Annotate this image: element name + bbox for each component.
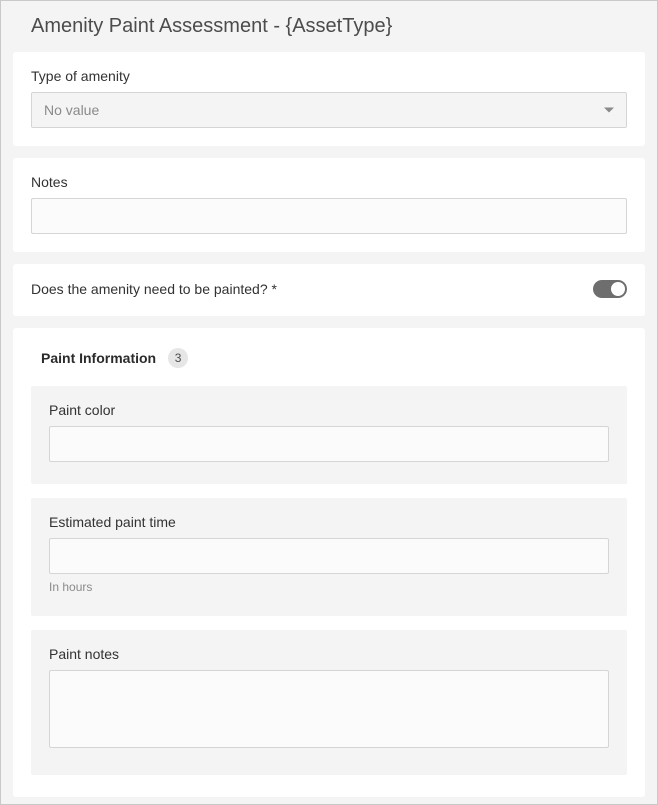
group-header: Paint Information 3 bbox=[31, 348, 627, 368]
notes-input[interactable] bbox=[31, 198, 627, 234]
group-title: Paint Information bbox=[41, 350, 156, 366]
needs-paint-card: Does the amenity need to be painted? * bbox=[13, 264, 645, 316]
estimated-time-hint: In hours bbox=[49, 580, 609, 594]
paint-color-input[interactable] bbox=[49, 426, 609, 462]
toggle-knob bbox=[611, 282, 625, 296]
paint-color-field: Paint color bbox=[31, 386, 627, 484]
paint-notes-label: Paint notes bbox=[49, 646, 609, 662]
estimated-time-input[interactable] bbox=[49, 538, 609, 574]
paint-color-label: Paint color bbox=[49, 402, 609, 418]
notes-label: Notes bbox=[31, 174, 627, 190]
amenity-type-select-wrap: No value bbox=[31, 92, 627, 128]
page-title: Amenity Paint Assessment - {AssetType} bbox=[31, 15, 645, 38]
needs-paint-row: Does the amenity need to be painted? * bbox=[31, 280, 627, 298]
amenity-type-label: Type of amenity bbox=[31, 68, 627, 84]
estimated-time-field: Estimated paint time In hours bbox=[31, 498, 627, 616]
paint-notes-field: Paint notes bbox=[31, 630, 627, 775]
group-count-badge: 3 bbox=[168, 348, 188, 368]
form-page: Amenity Paint Assessment - {AssetType} T… bbox=[1, 1, 657, 797]
paint-info-group: Paint Information 3 Paint color Estimate… bbox=[13, 328, 645, 797]
amenity-type-value: No value bbox=[44, 102, 99, 118]
needs-paint-label: Does the amenity need to be painted? * bbox=[31, 281, 277, 297]
amenity-type-select[interactable]: No value bbox=[31, 92, 627, 128]
amenity-type-card: Type of amenity No value bbox=[13, 52, 645, 146]
paint-notes-input[interactable] bbox=[49, 670, 609, 748]
estimated-time-label: Estimated paint time bbox=[49, 514, 609, 530]
needs-paint-toggle[interactable] bbox=[593, 280, 627, 298]
notes-card: Notes bbox=[13, 158, 645, 252]
